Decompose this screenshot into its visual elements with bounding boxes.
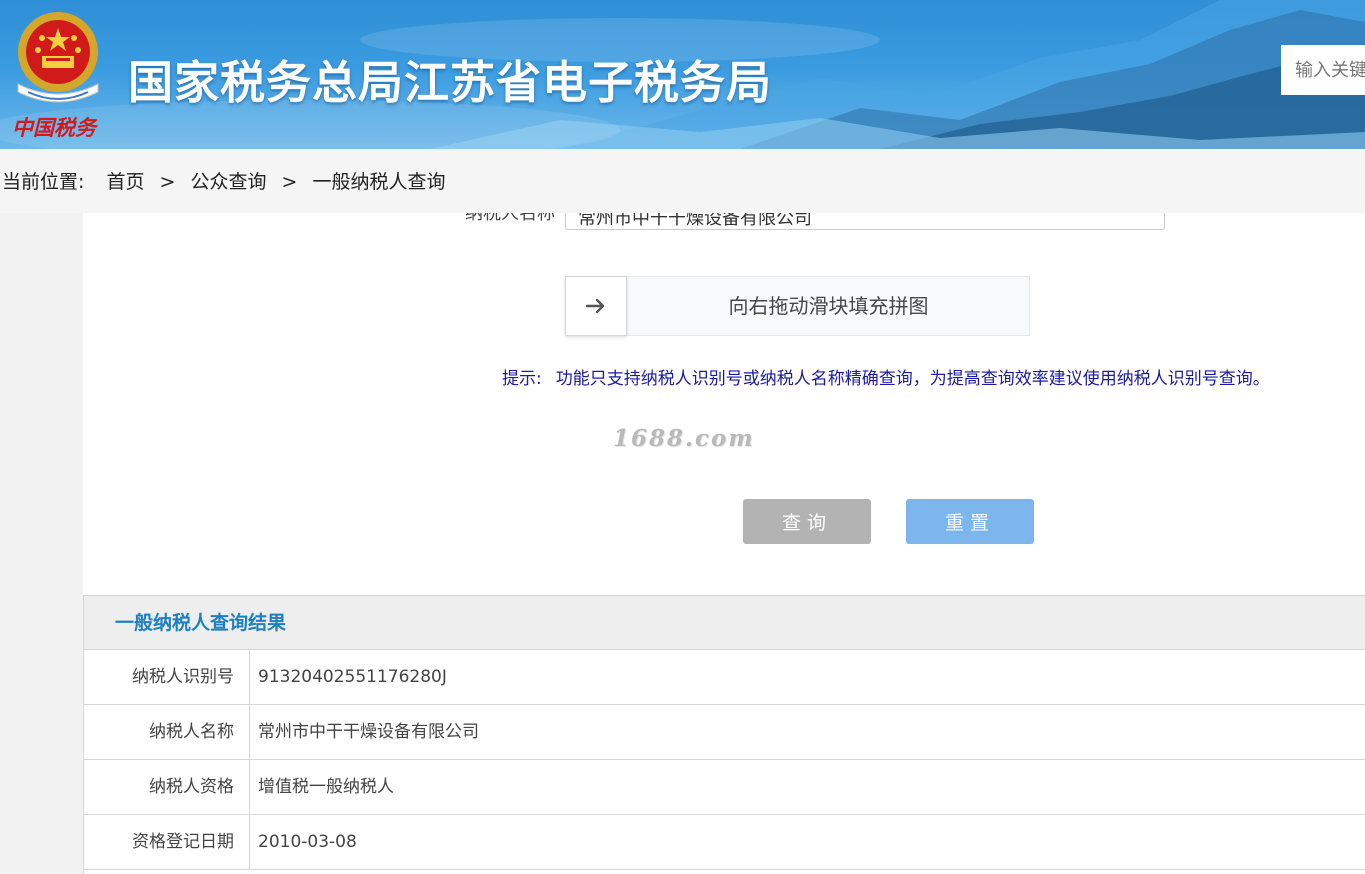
breadcrumb-separator: >: [281, 171, 298, 193]
emblem-calligraphy: 中国税务: [12, 115, 96, 140]
breadcrumb-general-taxpayer-query[interactable]: 一般纳税人查询: [313, 171, 446, 193]
breadcrumb-public-query[interactable]: 公众查询: [190, 171, 266, 193]
result-value-registration-date: 2010-03-08: [258, 832, 357, 852]
slider-hint-text: 向右拖动滑块填充拼图: [728, 294, 929, 318]
result-label-taxpayer-id: 纳税人识别号: [84, 650, 250, 704]
breadcrumb-lead: 当前位置:: [2, 171, 85, 193]
reset-button[interactable]: 重置: [906, 499, 1034, 544]
site-title: 国家税务总局江苏省电子税务局: [128, 56, 773, 109]
taxpayer-name-label: 纳税人名称: [465, 213, 555, 224]
arrow-right-icon: [585, 298, 605, 314]
result-label-registration-date: 资格登记日期: [84, 815, 250, 869]
national-emblem-logo: 中国税务: [6, 6, 110, 144]
tip-label: 提示:: [502, 369, 542, 389]
slider-handle[interactable]: [565, 276, 627, 336]
result-value-taxpayer-id: 91320402551176280J: [258, 667, 447, 687]
result-value-taxpayer-name: 常州市中干干燥设备有限公司: [258, 722, 479, 742]
site-header: 中国税务 国家税务总局江苏省电子税务局: [0, 0, 1365, 149]
query-tip: 提示: 功能只支持纳税人识别号或纳税人名称精确查询，为提高查询效率建议使用纳税人识…: [502, 364, 1270, 389]
query-results: 一般纳税人查询结果 纳税人识别号 91320402551176280J 纳税人名…: [83, 595, 1365, 874]
table-row: 纳税人名称 常州市中干干燥设备有限公司: [84, 705, 1365, 760]
taxpayer-name-input[interactable]: [565, 213, 1165, 230]
table-row: 纳税人识别号 91320402551176280J: [84, 650, 1365, 705]
watermark-1688: 1688.com: [613, 425, 755, 452]
query-form-panel: 纳税人名称 向右拖动滑块填充拼图 提示: 功能只支持纳税人识别号或纳税人名称精确查…: [83, 213, 1365, 596]
results-title: 一般纳税人查询结果: [84, 596, 1365, 650]
query-button[interactable]: 查询: [743, 499, 871, 544]
breadcrumb: 当前位置: 首页 > 公众查询 > 一般纳税人查询: [0, 149, 1365, 213]
slider-captcha[interactable]: 向右拖动滑块填充拼图: [565, 276, 1030, 336]
table-row: 资格登记日期 2010-03-08: [84, 815, 1365, 870]
result-value-qualification: 增值税一般纳税人: [258, 777, 394, 797]
tip-text: 功能只支持纳税人识别号或纳税人名称精确查询，为提高查询效率建议使用纳税人识别号查…: [555, 369, 1270, 389]
breadcrumb-home[interactable]: 首页: [106, 171, 144, 193]
site-search-input[interactable]: [1281, 45, 1365, 95]
result-label-taxpayer-name: 纳税人名称: [84, 705, 250, 759]
breadcrumb-separator: >: [159, 171, 176, 193]
table-row: 纳税人资格 增值税一般纳税人: [84, 760, 1365, 815]
result-label-qualification: 纳税人资格: [84, 760, 250, 814]
